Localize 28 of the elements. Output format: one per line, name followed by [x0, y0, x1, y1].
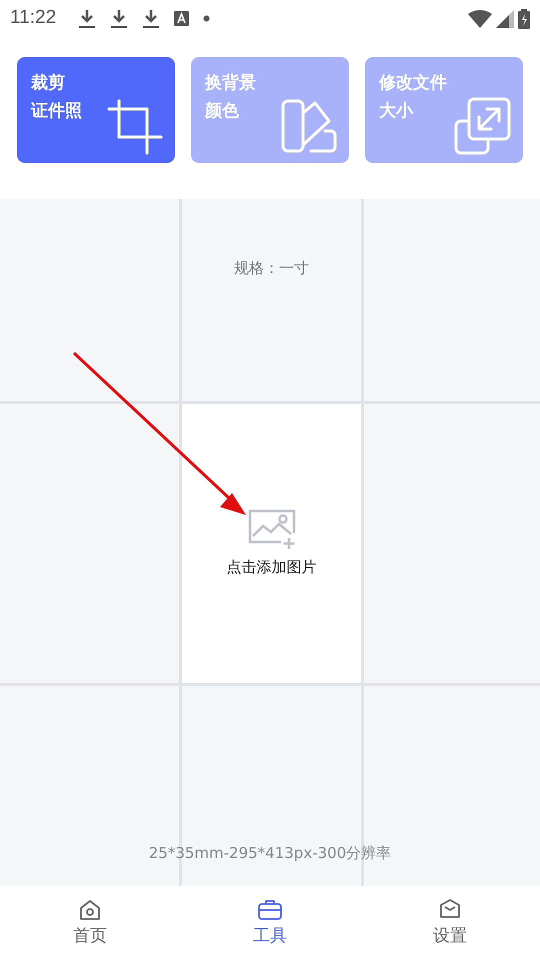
tool-subtitle: 颜色	[205, 100, 240, 123]
add-photo-area[interactable]: 点击添加图片	[182, 404, 361, 683]
download-icon	[78, 8, 96, 28]
signal-icon	[496, 10, 514, 28]
resize-icon	[453, 97, 511, 155]
app-notification-icon	[174, 11, 190, 26]
nav-tab[interactable]: 工具	[180, 886, 360, 960]
tool-subtitle: 证件照	[31, 100, 82, 123]
briefcase-icon	[257, 898, 283, 922]
crop-icon	[107, 99, 163, 155]
tool-card[interactable]: 裁剪 证件照	[17, 57, 175, 163]
tool-title: 换背景	[205, 72, 256, 95]
nav-tab[interactable]: 设置	[360, 886, 540, 960]
home-icon	[78, 898, 102, 922]
size-info: 25*35mm-295*413px-300分辨率	[148, 842, 392, 864]
palette-icon	[281, 99, 337, 155]
status-time: 11:22	[10, 6, 56, 30]
battery-icon	[518, 8, 530, 28]
tool-title: 裁剪	[31, 72, 66, 95]
add-image-icon	[246, 508, 296, 550]
download-icon	[142, 8, 160, 28]
tool-title: 修改文件	[379, 72, 447, 95]
dot-icon	[203, 15, 210, 22]
wifi-icon	[468, 10, 492, 28]
spec-label: 规格：一寸	[234, 258, 309, 279]
nav-tab[interactable]: 首页	[0, 886, 180, 960]
tool-subtitle: 大小	[379, 100, 414, 123]
download-icon	[110, 8, 128, 28]
